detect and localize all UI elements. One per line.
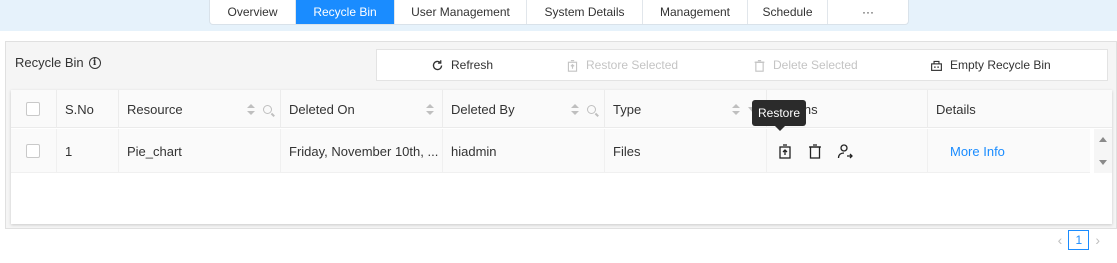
resource-sort-controls (247, 104, 272, 115)
header-deleted-by-label: Deleted By (451, 101, 515, 117)
deleted-by-sort-controls (571, 104, 596, 115)
recycle-bin-table: S.No Resource Deleted On Deleted By Type… (11, 90, 1112, 250)
tab-user-management[interactable]: User Management (395, 0, 527, 24)
tab-management[interactable]: Management (643, 0, 748, 24)
header-resource[interactable]: Resource (119, 90, 281, 128)
next-page-icon[interactable]: › (1095, 232, 1100, 248)
cell-deleted-by: hiadmin (443, 129, 605, 173)
cell-resource: Pie_chart (119, 129, 281, 173)
more-info-link[interactable]: More Info (950, 144, 1005, 159)
deleted-on-sort-controls (426, 104, 434, 115)
header-type[interactable]: Type (605, 90, 767, 128)
row-checkbox[interactable] (26, 144, 40, 158)
panel-title-text: Recycle Bin (15, 55, 84, 70)
restore-selected-label: Restore Selected (586, 58, 679, 72)
search-icon[interactable] (587, 105, 596, 114)
sort-icon[interactable] (426, 104, 434, 115)
trash-icon[interactable] (807, 143, 823, 159)
header-deleted-on-label: Deleted On (289, 101, 355, 117)
sort-icon[interactable] (247, 104, 255, 115)
page-number-button[interactable]: 1 (1068, 230, 1090, 250)
tab-system-details[interactable]: System Details (527, 0, 643, 24)
select-all-checkbox[interactable] (26, 102, 40, 116)
cell-actions (767, 129, 928, 173)
search-icon[interactable] (263, 105, 272, 114)
restore-selected-button[interactable]: Restore Selected (566, 58, 678, 72)
user-transfer-icon[interactable] (837, 143, 853, 159)
tab-bar: Overview Recycle Bin User Management Sys… (209, 0, 909, 25)
sort-icon[interactable] (732, 104, 740, 115)
scroll-up-icon[interactable] (1099, 137, 1107, 142)
prev-page-icon[interactable]: ‹ (1058, 232, 1063, 248)
delete-selected-label: Delete Selected (773, 58, 858, 72)
cell-type: Files (605, 129, 767, 173)
empty-recycle-bin-label: Empty Recycle Bin (950, 58, 1051, 72)
refresh-icon (432, 59, 443, 70)
refresh-button[interactable]: Refresh (431, 58, 493, 72)
building-icon (931, 60, 942, 71)
header-deleted-on[interactable]: Deleted On (281, 90, 443, 128)
trash-icon (754, 59, 765, 72)
row-select-cell (11, 129, 57, 173)
restore-icon[interactable] (777, 143, 793, 159)
delete-selected-button[interactable]: Delete Selected (753, 58, 858, 72)
info-icon[interactable]: i (88, 56, 101, 69)
sort-icon[interactable] (571, 104, 579, 115)
restore-tooltip: Restore (752, 100, 806, 131)
restore-icon (567, 59, 578, 72)
recycle-bin-panel: Recycle Bin i Refresh Restore Selected D… (5, 41, 1117, 250)
header-resource-label: Resource (127, 101, 183, 117)
empty-recycle-bin-button[interactable]: Empty Recycle Bin (930, 58, 1051, 72)
header-deleted-by[interactable]: Deleted By (443, 90, 605, 128)
tab-more[interactable]: ··· (828, 0, 908, 24)
refresh-label: Refresh (451, 58, 494, 72)
header-sno: S.No (57, 90, 119, 128)
pagination: ‹ 1 › (1058, 230, 1100, 250)
scroll-down-icon[interactable] (1099, 160, 1107, 165)
tab-recycle-bin[interactable]: Recycle Bin (296, 0, 395, 24)
tab-overview[interactable]: Overview (210, 0, 296, 24)
table-header: S.No Resource Deleted On Deleted By Type… (11, 90, 1112, 128)
select-all-cell (11, 90, 57, 128)
vertical-scrollbar[interactable] (1094, 129, 1112, 173)
cell-deleted-on: Friday, November 10th, ... (281, 129, 443, 173)
panel-header: Recycle Bin i Refresh Restore Selected D… (6, 42, 1116, 86)
header-type-label: Type (613, 101, 642, 117)
header-details: Details (936, 101, 976, 117)
panel-title: Recycle Bin i (15, 55, 101, 70)
cell-sno: 1 (57, 129, 119, 173)
tab-schedule[interactable]: Schedule (748, 0, 828, 24)
toolbar: Refresh Restore Selected Delete Selected… (376, 49, 1108, 81)
cell-details: More Info (928, 129, 1090, 173)
